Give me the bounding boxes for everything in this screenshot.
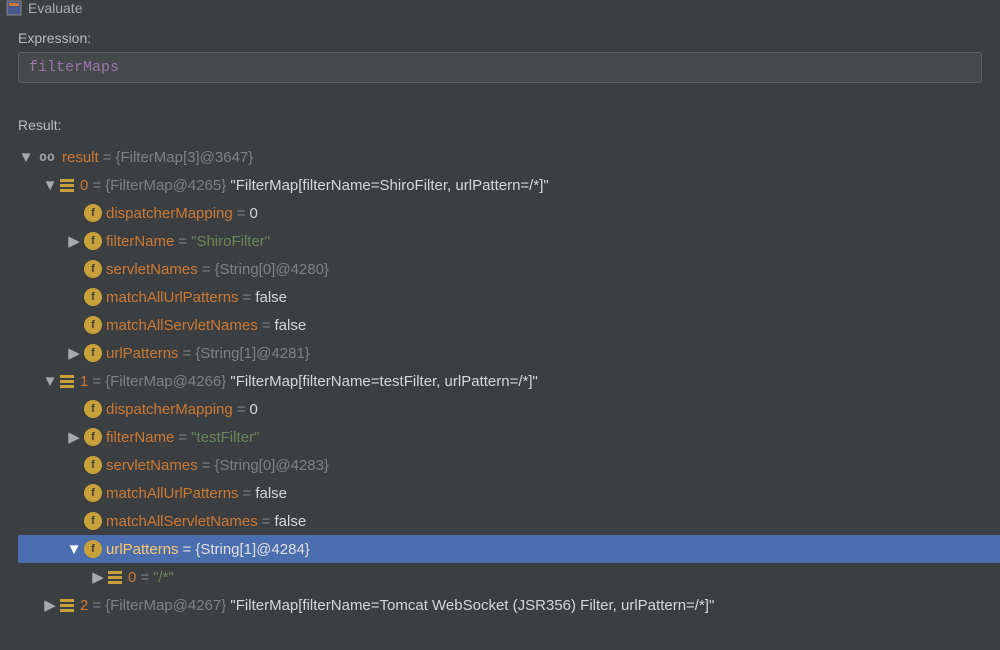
chevron-down-icon[interactable]: ▼ bbox=[18, 149, 34, 165]
object-summary: "FilterMap[filterName=testFilter, urlPat… bbox=[230, 373, 537, 390]
tree-array-item[interactable]: ▶ 2 = {FilterMap@4267} "FilterMap[filter… bbox=[18, 591, 1000, 619]
type-label: {FilterMap@4265} bbox=[105, 177, 226, 194]
expression-input[interactable] bbox=[18, 52, 982, 83]
field-icon: f bbox=[84, 512, 102, 530]
var-name: result bbox=[62, 149, 99, 166]
tree-field[interactable]: ▶ f filterName = "ShiroFilter" bbox=[18, 227, 1000, 255]
field-icon: f bbox=[84, 484, 102, 502]
chevron-down-icon[interactable]: ▼ bbox=[42, 373, 58, 389]
field-icon: f bbox=[84, 204, 102, 222]
tree-field[interactable]: f matchAllServletNames = false bbox=[18, 507, 1000, 535]
tree-field[interactable]: f dispatcherMapping = 0 bbox=[18, 199, 1000, 227]
field-name: matchAllServletNames bbox=[106, 317, 258, 334]
field-value: false bbox=[255, 485, 287, 502]
tree-array-item[interactable]: ▶ 0 = "/*" bbox=[18, 563, 1000, 591]
tree-field[interactable]: f servletNames = {String[0]@4283} bbox=[18, 451, 1000, 479]
array-element-icon bbox=[108, 569, 124, 585]
object-group-icon: oo bbox=[36, 148, 58, 166]
array-index: 2 bbox=[80, 597, 88, 614]
tree-field[interactable]: ▶ f urlPatterns = {String[1]@4281} bbox=[18, 339, 1000, 367]
chevron-down-icon[interactable]: ▼ bbox=[66, 541, 82, 557]
array-index: 0 bbox=[80, 177, 88, 194]
array-element-icon bbox=[60, 373, 76, 389]
field-icon: f bbox=[84, 428, 102, 446]
array-element-icon bbox=[60, 177, 76, 193]
array-element-icon bbox=[60, 597, 76, 613]
field-value: false bbox=[274, 513, 306, 530]
field-name: urlPatterns bbox=[106, 541, 179, 558]
tree-field[interactable]: f matchAllUrlPatterns = false bbox=[18, 283, 1000, 311]
field-icon: f bbox=[84, 232, 102, 250]
chevron-right-icon[interactable]: ▶ bbox=[90, 569, 106, 585]
object-summary: "FilterMap[filterName=ShiroFilter, urlPa… bbox=[230, 177, 548, 194]
field-icon: f bbox=[84, 288, 102, 306]
field-value: false bbox=[274, 317, 306, 334]
result-label: Result: bbox=[0, 83, 1000, 139]
chevron-right-icon[interactable]: ▶ bbox=[66, 233, 82, 249]
field-value: false bbox=[255, 289, 287, 306]
array-index: 1 bbox=[80, 373, 88, 390]
type-label: {FilterMap[3]@3647} bbox=[115, 149, 253, 166]
field-name: servletNames bbox=[106, 457, 198, 474]
chevron-right-icon[interactable]: ▶ bbox=[66, 429, 82, 445]
field-value: "testFilter" bbox=[191, 429, 259, 446]
field-name: filterName bbox=[106, 429, 174, 446]
field-value: {String[0]@4280} bbox=[214, 261, 328, 278]
field-icon: f bbox=[84, 344, 102, 362]
field-icon: f bbox=[84, 400, 102, 418]
field-name: matchAllUrlPatterns bbox=[106, 485, 239, 502]
tree-field[interactable]: f matchAllUrlPatterns = false bbox=[18, 479, 1000, 507]
chevron-down-icon[interactable]: ▼ bbox=[42, 177, 58, 193]
object-summary: "FilterMap[filterName=Tomcat WebSocket (… bbox=[230, 597, 714, 614]
field-value: 0 bbox=[250, 205, 258, 222]
field-icon: f bbox=[84, 456, 102, 474]
field-name: matchAllUrlPatterns bbox=[106, 289, 239, 306]
field-icon: f bbox=[84, 316, 102, 334]
field-name: filterName bbox=[106, 233, 174, 250]
field-value: 0 bbox=[250, 401, 258, 418]
field-name: dispatcherMapping bbox=[106, 205, 233, 222]
tree-field[interactable]: f matchAllServletNames = false bbox=[18, 311, 1000, 339]
field-value: "ShiroFilter" bbox=[191, 233, 270, 250]
chevron-right-icon[interactable]: ▶ bbox=[42, 597, 58, 613]
window-icon bbox=[6, 0, 22, 16]
chevron-right-icon[interactable]: ▶ bbox=[66, 345, 82, 361]
tree-field[interactable]: f servletNames = {String[0]@4280} bbox=[18, 255, 1000, 283]
field-name: servletNames bbox=[106, 261, 198, 278]
tree-field[interactable]: f dispatcherMapping = 0 bbox=[18, 395, 1000, 423]
tree-field-selected[interactable]: ▼ f urlPatterns = {String[1]@4284} bbox=[18, 535, 1000, 563]
field-name: dispatcherMapping bbox=[106, 401, 233, 418]
field-name: matchAllServletNames bbox=[106, 513, 258, 530]
field-icon: f bbox=[84, 260, 102, 278]
tree-array-item[interactable]: ▼ 0 = {FilterMap@4265} "FilterMap[filter… bbox=[18, 171, 1000, 199]
tree-field[interactable]: ▶ f filterName = "testFilter" bbox=[18, 423, 1000, 451]
type-label: {FilterMap@4266} bbox=[105, 373, 226, 390]
field-value: {String[0]@4283} bbox=[214, 457, 328, 474]
equals-label: = bbox=[99, 149, 116, 166]
tree-array-item[interactable]: ▼ 1 = {FilterMap@4266} "FilterMap[filter… bbox=[18, 367, 1000, 395]
tree-root[interactable]: ▼ oo result = {FilterMap[3]@3647} bbox=[18, 143, 1000, 171]
field-value: "/*" bbox=[153, 569, 174, 586]
result-tree: ▼ oo result = {FilterMap[3]@3647} ▼ 0 = … bbox=[0, 139, 1000, 619]
array-index: 0 bbox=[128, 569, 136, 586]
field-value: {String[1]@4281} bbox=[195, 345, 309, 362]
type-label: {FilterMap@4267} bbox=[105, 597, 226, 614]
field-value: {String[1]@4284} bbox=[195, 541, 309, 558]
field-icon: f bbox=[84, 540, 102, 558]
window-title: Evaluate bbox=[28, 0, 82, 16]
expression-label: Expression: bbox=[0, 20, 1000, 52]
field-name: urlPatterns bbox=[106, 345, 179, 362]
